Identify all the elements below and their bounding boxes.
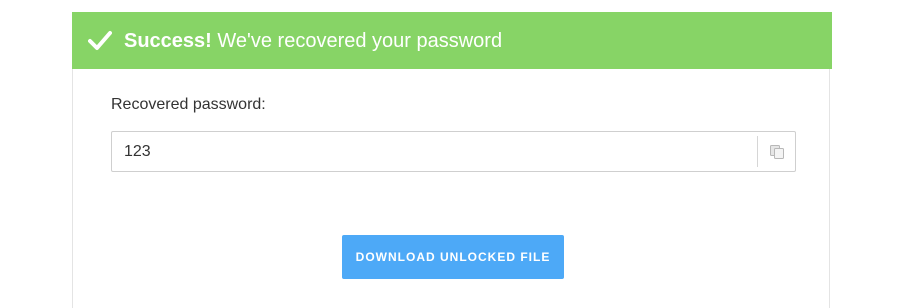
result-card: Success! We've recovered your password R…: [72, 12, 832, 308]
recovered-password-value[interactable]: 123: [124, 142, 151, 162]
download-unlocked-file-button[interactable]: DOWNLOAD UNLOCKED FILE: [342, 235, 564, 279]
success-banner: Success! We've recovered your password: [72, 12, 832, 69]
success-detail: We've recovered your password: [211, 30, 503, 52]
copy-password-button[interactable]: [757, 136, 795, 167]
recovered-password-label: Recovered password:: [111, 96, 266, 113]
check-icon: [88, 31, 112, 50]
success-title: Success!: [124, 30, 212, 52]
success-message: Success! We've recovered your password: [124, 28, 502, 54]
copy-icon[interactable]: [769, 144, 785, 160]
recovered-password-field[interactable]: 123: [111, 131, 796, 172]
